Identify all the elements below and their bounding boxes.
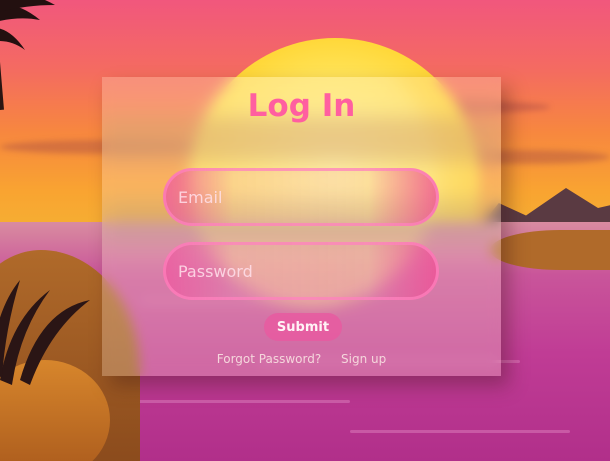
palm-tree-icon <box>0 0 55 110</box>
signup-link[interactable]: Sign up <box>341 352 386 366</box>
palm-leaves-icon <box>0 280 90 385</box>
forgot-password-link[interactable]: Forgot Password? <box>217 352 321 366</box>
submit-button[interactable]: Submit <box>264 313 342 341</box>
password-field[interactable] <box>163 242 439 300</box>
login-title: Log In <box>247 88 356 124</box>
email-field[interactable] <box>163 168 439 226</box>
auth-links: Forgot Password? Sign up <box>102 352 501 366</box>
ripple <box>110 400 350 403</box>
ripple <box>350 430 570 433</box>
